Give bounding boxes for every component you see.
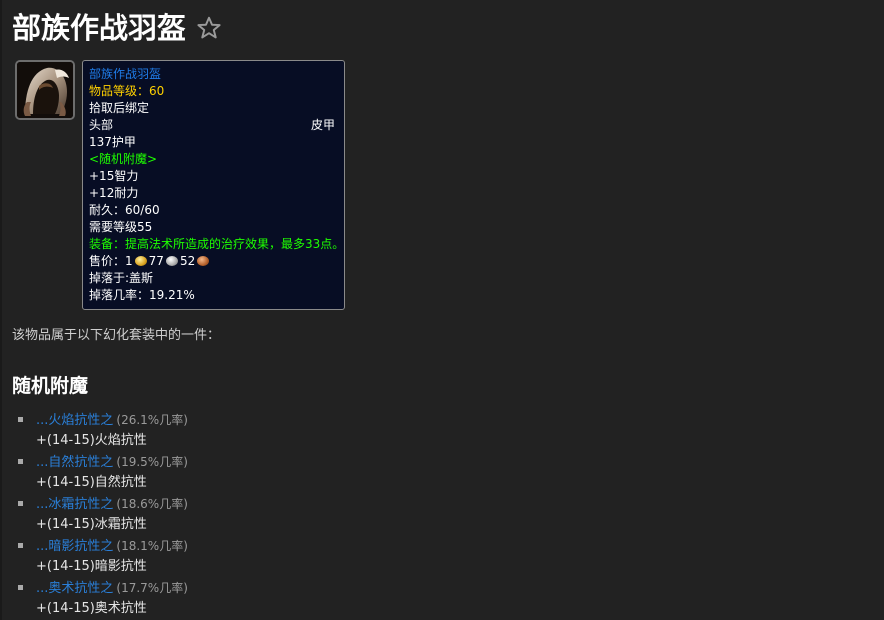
list-item: ...暗影抗性之 (18.1%几率) +(14-15)暗影抗性 (16, 536, 188, 578)
enchant-chance: (19.5%几率) (116, 455, 188, 469)
page-title: 部族作战羽盔 (12, 11, 187, 45)
tooltip-slot: 头部 (89, 118, 114, 132)
tooltip-item-name: 部族作战羽盔 (89, 67, 162, 81)
enchant-chance: (26.1%几率) (116, 413, 188, 427)
enchant-chance: (17.7%几率) (116, 581, 188, 595)
enchant-link-fire[interactable]: ...火焰抗性之 (36, 413, 113, 428)
enchant-stat: +(14-15)奥术抗性 (36, 601, 147, 616)
enchant-chance: (18.6%几率) (116, 497, 188, 511)
bullet-icon (18, 543, 23, 548)
list-item: ...奥术抗性之 (17.7%几率) +(14-15)奥术抗性 (16, 578, 188, 620)
tooltip-drop-rate: 掉落几率：19.21% (89, 288, 195, 302)
list-item: ...冰霜抗性之 (18.6%几率) +(14-15)冰霜抗性 (16, 494, 188, 536)
enchant-link-nature[interactable]: ...自然抗性之 (36, 455, 113, 470)
sell-gold-amount: 1 (125, 254, 133, 268)
tooltip-item-level: 物品等级：60 (89, 84, 165, 98)
tooltip-sell-price: 售价：1 77 52 (89, 253, 338, 270)
enchant-stat: +(14-15)火焰抗性 (36, 433, 147, 448)
transmog-set-note: 该物品属于以下幻化套装中的一件： (12, 328, 221, 343)
tooltip-armor-type: 皮甲 (310, 118, 335, 132)
enchant-chance: (18.1%几率) (116, 539, 188, 553)
list-item: ...火焰抗性之 (26.1%几率) +(14-15)火焰抗性 (16, 410, 188, 452)
item-page: 部族作战羽盔 部族作战羽盔 物品等级：60 拾取后绑定 头部 皮甲 137护甲 … (0, 0, 884, 620)
bullet-icon (18, 585, 23, 590)
enchant-link-frost[interactable]: ...冰霜抗性之 (36, 497, 113, 512)
bullet-icon (18, 417, 23, 422)
gold-coin-icon (134, 256, 147, 266)
tooltip-drop-source: 掉落于:盖斯 (89, 271, 154, 285)
enchant-link-arcane[interactable]: ...奥术抗性之 (36, 581, 113, 596)
copper-coin-icon (197, 256, 210, 266)
tooltip-random-enchant: <随机附魔> (89, 152, 158, 166)
tooltip-required-level: 需要等级55 (89, 220, 153, 234)
enchant-stat: +(14-15)暗影抗性 (36, 559, 147, 574)
hooded-helm-icon[interactable] (15, 60, 75, 120)
title-row: 部族作战羽盔 (12, 8, 222, 48)
sell-price-label: 售价： (89, 254, 126, 268)
enchant-stat: +(14-15)冰霜抗性 (36, 517, 147, 532)
star-outline-icon[interactable] (196, 15, 222, 41)
sell-copper-amount: 52 (179, 254, 196, 268)
bullet-icon (18, 459, 23, 464)
tooltip-bind-type: 拾取后绑定 (89, 101, 150, 115)
silver-coin-icon (165, 256, 178, 266)
tooltip-slot-row: 头部 皮甲 (89, 117, 338, 134)
enchant-link-shadow[interactable]: ...暗影抗性之 (36, 539, 113, 554)
random-enchant-list: ...火焰抗性之 (26.1%几率) +(14-15)火焰抗性 ...自然抗性之(… (16, 410, 188, 620)
tooltip-durability: 耐久：60/60 (89, 203, 160, 217)
tooltip-stat-intellect: +15智力 (89, 169, 139, 183)
list-item: ...自然抗性之 (19.5%几率) +(14-15)自然抗性 (16, 452, 188, 494)
tooltip-armor: 137护甲 (89, 135, 136, 149)
left-edge-divider (0, 0, 2, 620)
tooltip-stat-stamina: +12耐力 (89, 186, 139, 200)
item-tooltip: 部族作战羽盔 物品等级：60 拾取后绑定 头部 皮甲 137护甲 <随机附魔> … (82, 60, 345, 310)
enchant-stat: +(14-15)自然抗性 (36, 475, 147, 490)
tooltip-equip-effect: 装备：提高法术所造成的治疗效果，最多33点。 (89, 237, 345, 251)
sell-silver-amount: 77 (148, 254, 164, 268)
bullet-icon (18, 501, 23, 506)
random-enchant-heading: 随机附魔 (12, 375, 89, 397)
